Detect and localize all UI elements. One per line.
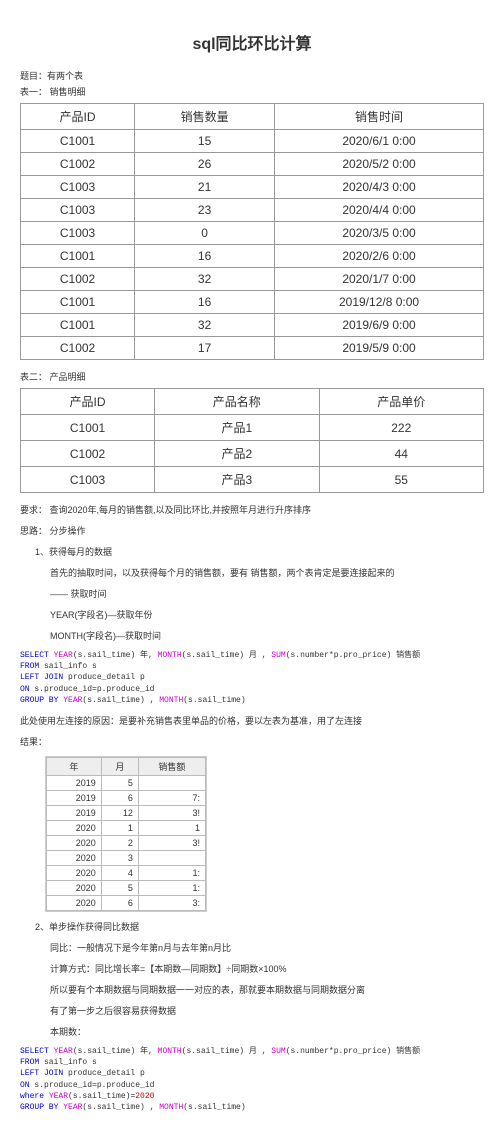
table-cell: 2020/3/5 0:00 xyxy=(275,222,484,245)
table-cell: 2020 xyxy=(47,865,102,880)
table-cell: 2020/5/2 0:00 xyxy=(275,153,484,176)
table-cell: 2019 xyxy=(47,790,102,805)
step1-line: —— 获取时间 xyxy=(50,587,484,600)
table-cell: 7: xyxy=(138,790,205,805)
table-cell: 3! xyxy=(138,805,205,820)
table-cell: 222 xyxy=(319,415,483,441)
table-cell: 6 xyxy=(101,895,138,910)
table-cell: 12 xyxy=(101,805,138,820)
table-cell: 16 xyxy=(135,291,275,314)
table-cell: 3! xyxy=(138,835,205,850)
table-cell: 1: xyxy=(138,865,205,880)
step1-line: MONTH(字段名)—获取时间 xyxy=(50,629,484,642)
step1-line: YEAR(字段名)—获取年份 xyxy=(50,608,484,621)
table-cell: 44 xyxy=(319,441,483,467)
sql-code-block-1: SELECT YEAR(s.sail_time) 年, MONTH(s.sail… xyxy=(20,650,484,706)
table-cell: 3: xyxy=(138,895,205,910)
table-cell: 1 xyxy=(138,820,205,835)
table-cell: 32 xyxy=(135,268,275,291)
table-cell: 21 xyxy=(135,176,275,199)
table-cell: 2019/12/8 0:00 xyxy=(275,291,484,314)
table-cell: C1003 xyxy=(21,222,135,245)
table-cell: 55 xyxy=(319,467,483,493)
step1-title: 1、获得每月的数据 xyxy=(35,545,484,558)
table-cell: 2020/6/1 0:00 xyxy=(275,130,484,153)
table-cell: C1001 xyxy=(21,245,135,268)
step2-title: 2、单步操作获得同比数据 xyxy=(35,920,484,933)
table-cell: 32 xyxy=(135,314,275,337)
step2-line: 本期数： xyxy=(50,1025,484,1038)
table-cell: 2020/2/6 0:00 xyxy=(275,245,484,268)
table-cell: 2019 xyxy=(47,805,102,820)
step2-line: 有了第一步之后很容易获得数据 xyxy=(50,1004,484,1017)
table-cell: C1003 xyxy=(21,199,135,222)
table-cell: C1001 xyxy=(21,291,135,314)
table-sales-detail: 产品ID销售数量销售时间 C1001152020/6/1 0:00C100226… xyxy=(20,103,484,360)
table2-label: 表二： 产品明细 xyxy=(20,370,484,383)
note-text: 此处使用左连接的原因：是要补充销售表里单品的价格，要以左表为基准，用了左连接 xyxy=(20,714,484,727)
table-cell: 26 xyxy=(135,153,275,176)
result-screenshot: 年月销售额 20195201967:2019123!202011202023!2… xyxy=(45,756,207,912)
table-cell xyxy=(138,775,205,790)
requirement-text: 要求： 查询2020年,每月的销售额,以及同比环比,并按照年月进行升序排序 xyxy=(20,503,484,516)
result-label: 结果： xyxy=(20,735,484,748)
table1-label: 表一： 销售明细 xyxy=(20,85,484,98)
page-title: sql同比环比计算 xyxy=(20,30,484,54)
table-cell: 3 xyxy=(101,850,138,865)
table-cell: 产品2 xyxy=(155,441,319,467)
table-cell: C1003 xyxy=(21,467,155,493)
table-cell: 15 xyxy=(135,130,275,153)
sql-code-block-2: SELECT YEAR(s.sail_time) 年, MONTH(s.sail… xyxy=(20,1046,484,1113)
table-cell: 4 xyxy=(101,865,138,880)
table-cell xyxy=(138,850,205,865)
table-cell: 2019 xyxy=(47,775,102,790)
step1-line: 首先的抽取时间，以及获得每个月的销售额，要有 销售额，两个表肯定是要连接起来的 xyxy=(50,566,484,579)
table-cell: C1002 xyxy=(21,441,155,467)
step2-line: 所以要有个本期数据与同期数据一一对应的表，那就要本期数据与同期数据分离 xyxy=(50,983,484,996)
table-cell: C1002 xyxy=(21,337,135,360)
table-cell: 2020 xyxy=(47,895,102,910)
table-cell: 2020/1/7 0:00 xyxy=(275,268,484,291)
table-cell: 产品1 xyxy=(155,415,319,441)
table-cell: 16 xyxy=(135,245,275,268)
table-cell: 2020 xyxy=(47,850,102,865)
table-cell: 2020/4/4 0:00 xyxy=(275,199,484,222)
table-cell: 2020 xyxy=(47,820,102,835)
table-cell: 2019/6/9 0:00 xyxy=(275,314,484,337)
table-cell: 2020 xyxy=(47,835,102,850)
table-cell: C1001 xyxy=(21,415,155,441)
table-cell: C1002 xyxy=(21,268,135,291)
table-cell: 2019/5/9 0:00 xyxy=(275,337,484,360)
table-cell: 5 xyxy=(101,775,138,790)
table-cell: 5 xyxy=(101,880,138,895)
table-cell: 23 xyxy=(135,199,275,222)
table-cell: 6 xyxy=(101,790,138,805)
table-cell: 2020 xyxy=(47,880,102,895)
subtitle-line: 题目：有两个表 xyxy=(20,69,484,82)
table-cell: 产品3 xyxy=(155,467,319,493)
table-cell: 1: xyxy=(138,880,205,895)
table-cell: 0 xyxy=(135,222,275,245)
table-cell: C1001 xyxy=(21,314,135,337)
thinking-label: 思路： 分步操作 xyxy=(20,524,484,537)
table-cell: C1003 xyxy=(21,176,135,199)
table-cell: 2020/4/3 0:00 xyxy=(275,176,484,199)
table-cell: 17 xyxy=(135,337,275,360)
table-cell: C1002 xyxy=(21,153,135,176)
table-product-detail: 产品ID产品名称产品单价 C1001产品1222C1002产品244C1003产… xyxy=(20,388,484,493)
step2-line: 同比：一般情况下是今年第n月与去年第n月比 xyxy=(50,941,484,954)
table-cell: C1001 xyxy=(21,130,135,153)
table-cell: 2 xyxy=(101,835,138,850)
step2-line: 计算方式：同比增长率=【本期数—同期数】÷同期数×100% xyxy=(50,962,484,975)
table-cell: 1 xyxy=(101,820,138,835)
